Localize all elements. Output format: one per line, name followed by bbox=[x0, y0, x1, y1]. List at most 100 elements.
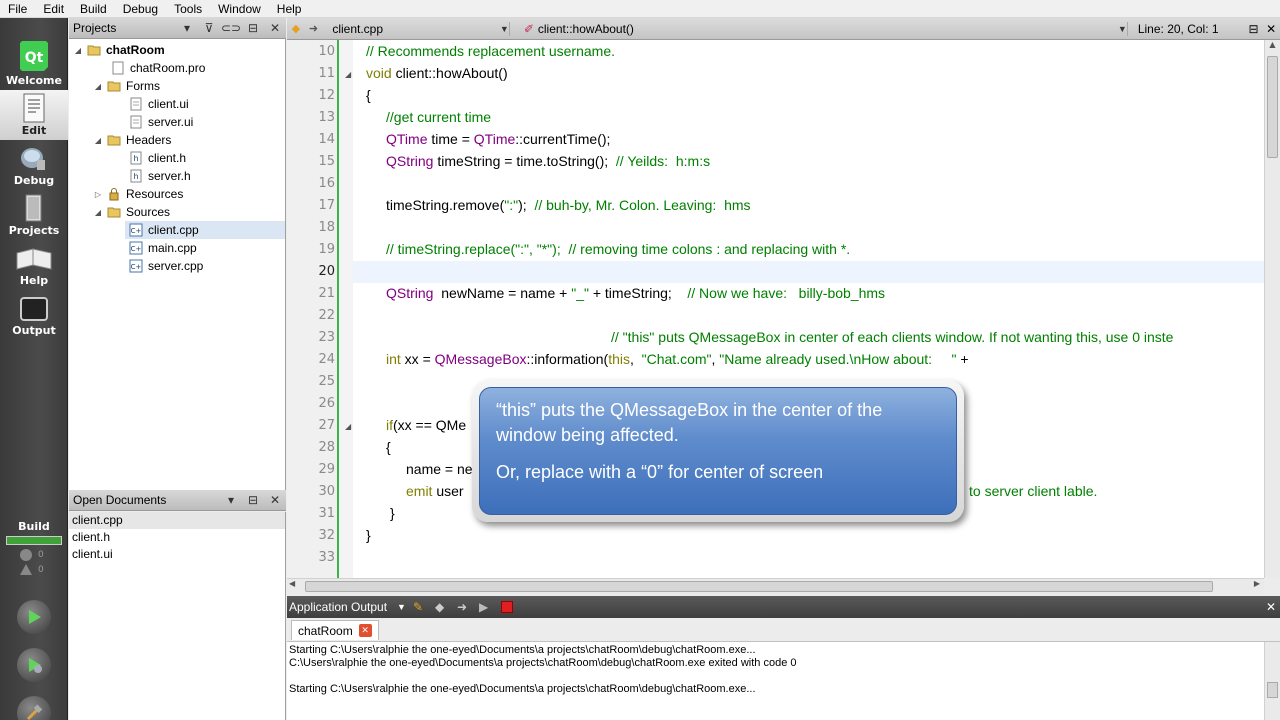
code-comment: // Yeilds: h:m:s bbox=[615, 153, 711, 169]
stop-icon[interactable] bbox=[501, 601, 513, 613]
mode-edit[interactable]: Edit bbox=[0, 90, 68, 140]
back-arrow-icon[interactable]: ◆ bbox=[287, 22, 305, 35]
link-icon[interactable]: ⊂⊃ bbox=[220, 21, 242, 35]
output-scroll-thumb[interactable] bbox=[1267, 682, 1278, 698]
mode-welcome[interactable]: Qt Welcome bbox=[0, 40, 68, 90]
panel-dropdown-icon[interactable]: ▾ bbox=[220, 493, 242, 507]
fold-marker-icon[interactable]: ◢ bbox=[345, 70, 351, 79]
open-document-item[interactable]: client.ui bbox=[69, 546, 285, 563]
tree-item-client-h[interactable]: h client.h bbox=[129, 149, 186, 167]
collapse-arrow-icon[interactable]: ◢ bbox=[93, 208, 103, 217]
code-type: QMessageBox bbox=[434, 351, 527, 367]
close-icon[interactable]: ✕ bbox=[1262, 22, 1280, 36]
output-tab-label: chatRoom bbox=[298, 623, 353, 638]
mode-debug[interactable]: Debug bbox=[0, 140, 68, 190]
collapse-arrow-icon[interactable]: ◢ bbox=[93, 82, 103, 91]
code-line-31: } bbox=[390, 505, 395, 521]
previous-item-icon[interactable]: ◆ bbox=[435, 600, 457, 614]
fold-marker-icon[interactable]: ◢ bbox=[345, 422, 351, 431]
code-line-28: { bbox=[386, 439, 391, 455]
tree-label: server.h bbox=[148, 169, 191, 183]
mode-output[interactable]: Output bbox=[0, 290, 68, 340]
scroll-up-icon[interactable]: ▲ bbox=[1265, 40, 1280, 54]
build-status: Build 0 0 bbox=[0, 520, 68, 575]
tree-item-server-h[interactable]: h server.h bbox=[129, 167, 191, 185]
tree-item-resources[interactable]: ▷ Resources bbox=[93, 185, 183, 203]
chevron-down-icon: ▼ bbox=[1117, 23, 1127, 34]
tree-item-chatroom[interactable]: ◢ chatRoom bbox=[73, 41, 165, 59]
panel-dropdown-icon[interactable]: ▾ bbox=[176, 21, 198, 35]
code-text: user bbox=[432, 483, 464, 499]
tree-item-forms[interactable]: ◢ Forms bbox=[93, 77, 160, 95]
clear-output-icon[interactable]: ✎ bbox=[413, 600, 435, 614]
split-icon[interactable]: ⊟ bbox=[1245, 22, 1263, 36]
tree-label: main.cpp bbox=[148, 241, 197, 255]
next-item-icon[interactable]: ➜ bbox=[457, 600, 479, 614]
tree-item-server-ui[interactable]: server.ui bbox=[129, 113, 193, 131]
function-selector[interactable]: ✐ client::howAbout() ▼ bbox=[508, 21, 1127, 36]
code-line-30: emit user bbox=[406, 483, 464, 499]
horizontal-scroll-thumb[interactable] bbox=[305, 581, 1213, 592]
chevron-down-icon[interactable]: ▼ bbox=[397, 602, 413, 612]
split-icon[interactable]: ⊟ bbox=[242, 21, 264, 35]
tree-item-client-cpp[interactable]: C+ client.cpp bbox=[125, 221, 285, 239]
expand-arrow-icon[interactable]: ▷ bbox=[93, 190, 103, 199]
menu-build[interactable]: Build bbox=[72, 0, 115, 18]
open-documents-title: Open Documents bbox=[73, 493, 167, 507]
line-number: 28 bbox=[318, 440, 335, 455]
close-icon[interactable]: ✕ bbox=[264, 21, 286, 35]
split-icon[interactable]: ⊟ bbox=[242, 493, 264, 507]
collapse-arrow-icon[interactable]: ◢ bbox=[93, 136, 103, 145]
application-output-text[interactable]: Starting C:\Users\ralphie the one-eyed\D… bbox=[287, 642, 1264, 720]
current-file: client.cpp bbox=[332, 21, 384, 36]
output-scrollbar[interactable] bbox=[1264, 642, 1280, 720]
menu-debug[interactable]: Debug bbox=[115, 0, 166, 18]
tree-item-main-cpp[interactable]: C+ main.cpp bbox=[129, 239, 197, 257]
tree-item-chatroom-pro[interactable]: chatRoom.pro bbox=[111, 59, 205, 77]
vertical-scroll-thumb[interactable] bbox=[1267, 56, 1278, 158]
collapse-arrow-icon[interactable]: ◢ bbox=[73, 46, 83, 55]
mode-help[interactable]: Help bbox=[0, 240, 68, 290]
open-documents-header: Open Documents ▾ ⊟ ✕ bbox=[69, 490, 286, 511]
menu-help[interactable]: Help bbox=[269, 0, 310, 18]
line-number: 25 bbox=[318, 374, 335, 389]
output-pane-title: Application Output bbox=[289, 600, 388, 614]
function-icon: ✐ bbox=[523, 21, 534, 36]
line-number: 32 bbox=[318, 528, 335, 543]
code-string: "_" bbox=[571, 285, 589, 301]
close-icon[interactable]: ✕ bbox=[264, 493, 286, 507]
code-text: newName = name + bbox=[433, 285, 572, 301]
close-icon[interactable]: ✕ bbox=[1262, 600, 1280, 614]
menu-edit[interactable]: Edit bbox=[35, 0, 72, 18]
tree-item-client-ui[interactable]: client.ui bbox=[129, 95, 189, 113]
tree-item-sources[interactable]: ◢ Sources bbox=[93, 203, 170, 221]
filter-icon[interactable]: ⊽ bbox=[198, 21, 220, 35]
vertical-scrollbar[interactable]: ▲ bbox=[1264, 40, 1280, 578]
open-document-item[interactable]: client.h bbox=[69, 529, 285, 546]
output-tab-chatroom[interactable]: chatRoom ✕ bbox=[291, 620, 379, 640]
run-button[interactable] bbox=[17, 600, 51, 634]
code-text: ); bbox=[518, 197, 535, 213]
tree-item-headers[interactable]: ◢ Headers bbox=[93, 131, 171, 149]
rerun-icon[interactable]: ▶ bbox=[479, 600, 501, 614]
menu-tools[interactable]: Tools bbox=[166, 0, 210, 18]
scroll-right-icon[interactable]: ▶ bbox=[1254, 579, 1260, 588]
horizontal-scrollbar[interactable]: ◀ ▶ bbox=[287, 578, 1264, 594]
folder-icon bbox=[107, 207, 121, 218]
file-selector[interactable]: client.cpp ▼ bbox=[322, 22, 509, 36]
scroll-left-icon[interactable]: ◀ bbox=[289, 579, 295, 588]
tree-item-server-cpp[interactable]: C+ server.cpp bbox=[129, 257, 203, 275]
qt-creator-window: File Edit Build Debug Tools Window Help … bbox=[0, 0, 1280, 720]
forward-arrow-icon[interactable]: ➜ bbox=[305, 22, 323, 35]
mode-projects[interactable]: Projects bbox=[0, 190, 68, 240]
error-count: 0 bbox=[38, 564, 44, 575]
menu-file[interactable]: File bbox=[0, 0, 35, 18]
menu-window[interactable]: Window bbox=[210, 0, 269, 18]
debug-run-button[interactable] bbox=[17, 648, 51, 682]
callout-text-1: “this” puts the QMessageBox in the cente… bbox=[496, 400, 883, 445]
open-document-item[interactable]: client.cpp bbox=[69, 512, 285, 529]
code-line-14: QTime time = QTime::currentTime(); bbox=[386, 131, 610, 147]
build-hammer-button[interactable] bbox=[17, 696, 51, 720]
close-tab-icon[interactable]: ✕ bbox=[358, 624, 372, 637]
resources-lock-icon bbox=[109, 188, 119, 201]
